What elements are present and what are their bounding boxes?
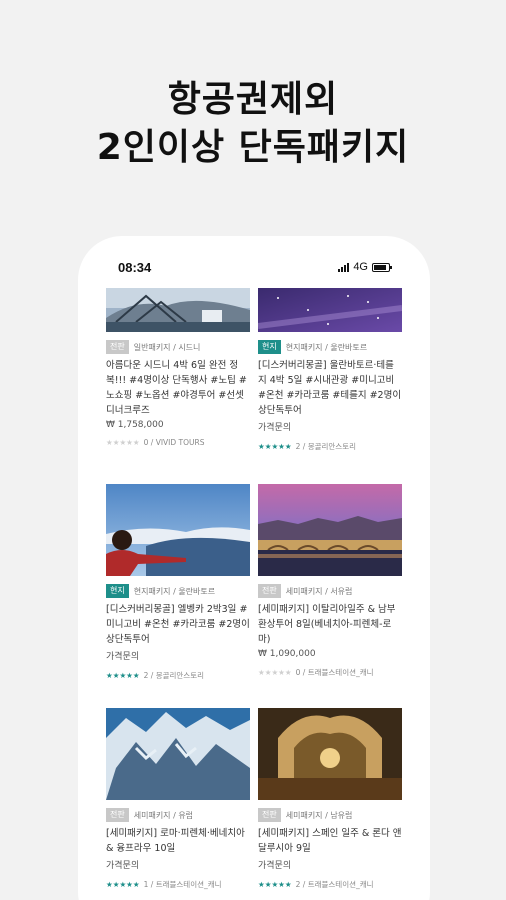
network-label: 4G: [353, 261, 368, 273]
product-image: [106, 484, 250, 576]
product-title: [디스커버리몽골] 엘벵카 2박3일 #미니고비 #온천 #카라코룸 #2명이상…: [106, 604, 250, 645]
product-price: 가격문의: [106, 861, 140, 871]
product-category: 세미패키지 / 유럽: [133, 810, 194, 820]
product-card[interactable]: 전판 일반패키지 / 시드니 아름다운 시드니 4박 6일 완전 정복!!! #…: [106, 288, 250, 447]
star-rating-icon: ★★★★★: [106, 671, 140, 680]
battery-icon: [372, 262, 392, 272]
product-category: 현지패키지 / 울란바토르: [285, 342, 368, 352]
product-rating: ★★★★★ 1 / 트래블스테이션_캐니: [106, 879, 250, 890]
product-meta: 현지 현지패키지 / 울란바토르: [106, 584, 250, 598]
headline-line-1: 항공권제외: [167, 79, 339, 120]
product-card[interactable]: 현지 현지패키지 / 울란바토르 [디스커버리몽골] 엘벵카 2박3일 #미니고…: [106, 484, 250, 681]
product-title: 아름다운 시드니 4박 6일 완전 정복!!! #4명이상 단독행사 #노팁 #…: [106, 360, 247, 416]
review-info: 1 / 트래블스테이션_캐니: [143, 880, 222, 889]
phone-frame: 08:34 4G 전판 일반패키지 / 시드니 아름다운 시드니 4박 6일 완…: [78, 236, 430, 900]
product-category: 세미패키지 / 서유럽: [285, 586, 353, 596]
product-title: [디스커버리몽골] 울란바토르·테를지 4박 5일 #시내관광 #미니고비 #온…: [258, 360, 402, 416]
product-rating: ★★★★★ 2 / 몽골리안스토리: [106, 670, 250, 681]
product-card[interactable]: 전판 세미패키지 / 유럽 [세미패키지] 로마·피렌체·베네치아 & 융프라우…: [106, 708, 250, 890]
star-rating-icon: ★★★★★: [106, 880, 140, 889]
product-badge: 전판: [258, 808, 281, 822]
review-info: 0 / VIVID TOURS: [143, 438, 205, 447]
product-meta: 전판 세미패키지 / 유럽: [106, 808, 250, 822]
status-time: 08:34: [118, 260, 152, 275]
status-bar: 08:34 4G: [78, 258, 430, 280]
product-category: 세미패키지 / 남유럽: [285, 810, 353, 820]
product-image: [258, 708, 402, 800]
app-store-screenshot: 항공권제외 2인이상 단독패키지 08:34 4G 전판 일반패키지 / 시드니…: [0, 0, 506, 900]
product-rating: ★★★★★ 0 / 트래블스테이션_캐니: [258, 667, 402, 678]
review-info: 2 / 몽골리안스토리: [295, 442, 356, 451]
review-info: 0 / 트래블스테이션_캐니: [295, 668, 374, 677]
product-rating: ★★★★★ 2 / 몽골리안스토리: [258, 441, 402, 452]
product-price: ₩ 1,758,000: [106, 420, 164, 430]
product-title: [세미패키지] 로마·피렌체·베네치아 & 융프라우 10일: [106, 828, 245, 854]
product-price: 가격문의: [106, 652, 140, 662]
star-rating-icon: ★★★★★: [106, 438, 140, 447]
product-badge: 전판: [106, 340, 129, 354]
star-rating-icon: ★★★★★: [258, 668, 292, 677]
product-image: [258, 484, 402, 576]
product-price: ₩ 1,090,000: [258, 649, 316, 659]
product-meta: 전판 세미패키지 / 남유럽: [258, 808, 402, 822]
system-icons: 4G: [338, 261, 392, 273]
signal-icon: [338, 262, 350, 272]
product-image: [106, 708, 250, 800]
product-title: [세미패키지] 이탈리아일주 & 남부환상투어 8일(베네치아-피렌체-로마): [258, 604, 396, 645]
product-badge: 전판: [258, 584, 281, 598]
product-price: 가격문의: [258, 861, 292, 871]
star-rating-icon: ★★★★★: [258, 442, 292, 451]
product-badge: 현지: [106, 584, 129, 598]
product-badge: 현지: [258, 340, 281, 354]
product-card[interactable]: 현지 현지패키지 / 울란바토르 [디스커버리몽골] 울란바토르·테를지 4박 …: [258, 288, 402, 452]
product-meta: 전판 세미패키지 / 서유럽: [258, 584, 402, 598]
review-info: 2 / 몽골리안스토리: [143, 671, 204, 680]
product-meta: 전판 일반패키지 / 시드니: [106, 340, 250, 354]
review-info: 2 / 트래블스테이션_캐니: [295, 880, 374, 889]
product-card[interactable]: 전판 세미패키지 / 서유럽 [세미패키지] 이탈리아일주 & 남부환상투어 8…: [258, 484, 402, 678]
product-image: [258, 288, 402, 332]
star-rating-icon: ★★★★★: [258, 880, 292, 889]
product-title: [세미패키지] 스페인 일주 & 론다 앤달루시아 9일: [258, 828, 402, 854]
promo-headline: 항공권제외 2인이상 단독패키지: [0, 76, 506, 172]
product-card[interactable]: 전판 세미패키지 / 남유럽 [세미패키지] 스페인 일주 & 론다 앤달루시아…: [258, 708, 402, 890]
headline-line-2: 2인이상 단독패키지: [96, 127, 410, 168]
product-category: 현지패키지 / 울란바토르: [133, 586, 216, 596]
product-image: [106, 288, 250, 332]
product-category: 일반패키지 / 시드니: [133, 342, 201, 352]
product-rating: ★★★★★ 0 / VIVID TOURS: [106, 438, 250, 447]
product-price: 가격문의: [258, 423, 292, 433]
product-rating: ★★★★★ 2 / 트래블스테이션_캐니: [258, 879, 402, 890]
product-meta: 현지 현지패키지 / 울란바토르: [258, 340, 402, 354]
product-badge: 전판: [106, 808, 129, 822]
